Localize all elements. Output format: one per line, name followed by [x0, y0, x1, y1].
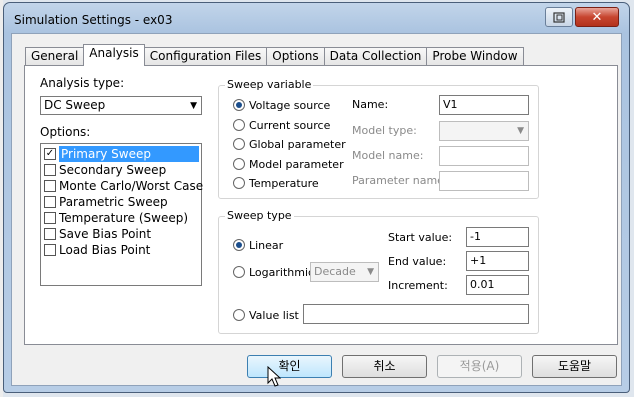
option-label: Save Bias Point — [59, 227, 152, 241]
radio-label: Voltage source — [249, 99, 331, 112]
window-title: Simulation Settings - ex03 — [14, 13, 173, 27]
sweep-type-title: Sweep type — [225, 209, 294, 222]
checkbox[interactable] — [44, 196, 56, 208]
cancel-button[interactable]: 취소 — [342, 355, 427, 378]
option-label: Primary Sweep — [59, 146, 199, 162]
tab-probe-window[interactable]: Probe Window — [426, 47, 524, 66]
tab-data-collection[interactable]: Data Collection — [323, 47, 428, 66]
radio-label: Temperature — [249, 177, 319, 190]
option-load-bias-point[interactable]: Load Bias Point — [42, 242, 200, 258]
log-scale-value: Decade — [314, 265, 356, 278]
apply-button[interactable]: 적용(A) — [437, 355, 522, 378]
radio-label: Linear — [249, 239, 284, 252]
option-label: Secondary Sweep — [59, 163, 167, 177]
name-input[interactable]: V1 — [439, 95, 529, 115]
radio-button[interactable] — [233, 158, 245, 170]
option-save-bias-point[interactable]: Save Bias Point — [42, 226, 200, 242]
checkbox[interactable] — [44, 244, 56, 256]
radio-button[interactable] — [233, 138, 245, 150]
close-icon: ✕ — [591, 9, 603, 25]
chevron-down-icon: ▼ — [190, 101, 197, 111]
ok-button[interactable]: 확인 — [247, 355, 332, 378]
options-label: Options: — [40, 125, 91, 139]
tab-analysis[interactable]: Analysis — [83, 44, 145, 66]
restore-icon — [553, 11, 565, 23]
simulation-settings-dialog: Simulation Settings - ex03 ✕ General Ana… — [3, 2, 630, 393]
radio-button[interactable] — [233, 266, 245, 278]
chevron-down-icon: ▼ — [517, 126, 524, 136]
analysis-type-select[interactable]: DC Sweep ▼ — [40, 96, 202, 115]
start-value-label: Start value: — [388, 231, 453, 244]
log-scale-select[interactable]: Decade ▼ — [310, 262, 379, 282]
radio-button[interactable] — [233, 119, 245, 131]
increment-label: Increment: — [388, 279, 448, 292]
tab-bar: General Analysis Configuration Files Opt… — [25, 44, 524, 66]
option-primary-sweep[interactable]: ✓ Primary Sweep — [42, 146, 200, 162]
model-name-input[interactable] — [439, 146, 529, 166]
model-type-select[interactable]: ▼ — [439, 121, 529, 141]
model-name-label: Model name: — [352, 149, 424, 162]
tab-configuration-files[interactable]: Configuration Files — [143, 47, 268, 66]
option-temperature-sweep[interactable]: Temperature (Sweep) — [42, 210, 200, 226]
end-value-label: End value: — [388, 255, 447, 268]
parameter-name-input[interactable] — [439, 171, 529, 191]
option-monte-carlo[interactable]: Monte Carlo/Worst Case — [42, 178, 204, 194]
analysis-type-label: Analysis type: — [40, 76, 125, 90]
model-type-label: Model type: — [352, 124, 417, 137]
option-label: Load Bias Point — [59, 243, 151, 257]
option-parametric-sweep[interactable]: Parametric Sweep — [42, 194, 200, 210]
close-button[interactable]: ✕ — [575, 7, 619, 27]
radio-label: Current source — [249, 119, 331, 132]
increment-input[interactable]: 0.01 — [466, 275, 529, 295]
option-label: Parametric Sweep — [59, 195, 168, 209]
radio-button[interactable] — [233, 177, 245, 189]
help-button[interactable]: 도움말 — [532, 355, 617, 378]
tab-options[interactable]: Options — [266, 47, 325, 66]
checkbox[interactable]: ✓ — [44, 148, 56, 160]
radio-button[interactable] — [233, 309, 245, 321]
analysis-type-value: DC Sweep — [44, 98, 106, 112]
radio-button[interactable] — [233, 239, 245, 251]
checkbox[interactable] — [44, 164, 56, 176]
start-value-input[interactable]: -1 — [466, 227, 529, 247]
option-secondary-sweep[interactable]: Secondary Sweep — [42, 162, 200, 178]
mouse-cursor-icon — [267, 366, 281, 387]
radio-label: Logarithmic — [249, 266, 315, 279]
analysis-tab-panel: Analysis type: DC Sweep ▼ Options: ✓ Pri… — [24, 65, 618, 345]
options-list: ✓ Primary Sweep Secondary Sweep Monte Ca… — [40, 143, 204, 286]
option-label: Temperature (Sweep) — [59, 211, 189, 225]
checkbox[interactable] — [44, 228, 56, 240]
radio-button[interactable] — [233, 99, 245, 111]
sweep-variable-title: Sweep variable — [225, 78, 314, 91]
parameter-name-label: Parameter name: — [352, 174, 448, 187]
title-bar[interactable]: Simulation Settings - ex03 ✕ — [4, 3, 629, 35]
end-value-input[interactable]: +1 — [466, 251, 529, 271]
sweep-variable-group: Sweep variable Voltage source Current so… — [218, 78, 539, 199]
radio-label: Model parameter — [249, 158, 344, 171]
radio-label: Global parameter — [249, 138, 346, 151]
dialog-client-area: General Analysis Configuration Files Opt… — [11, 33, 622, 386]
option-label: Monte Carlo/Worst Case — [59, 179, 204, 193]
tab-general[interactable]: General — [25, 47, 85, 66]
checkbox[interactable] — [44, 180, 56, 192]
checkbox[interactable] — [44, 212, 56, 224]
sweep-type-group: Sweep type Linear Logarithmic Decade ▼ V… — [218, 209, 539, 334]
name-label: Name: — [352, 98, 389, 111]
restore-button[interactable] — [545, 7, 573, 27]
value-list-input[interactable] — [303, 304, 529, 324]
chevron-down-icon: ▼ — [367, 267, 374, 277]
radio-label: Value list — [249, 309, 299, 322]
